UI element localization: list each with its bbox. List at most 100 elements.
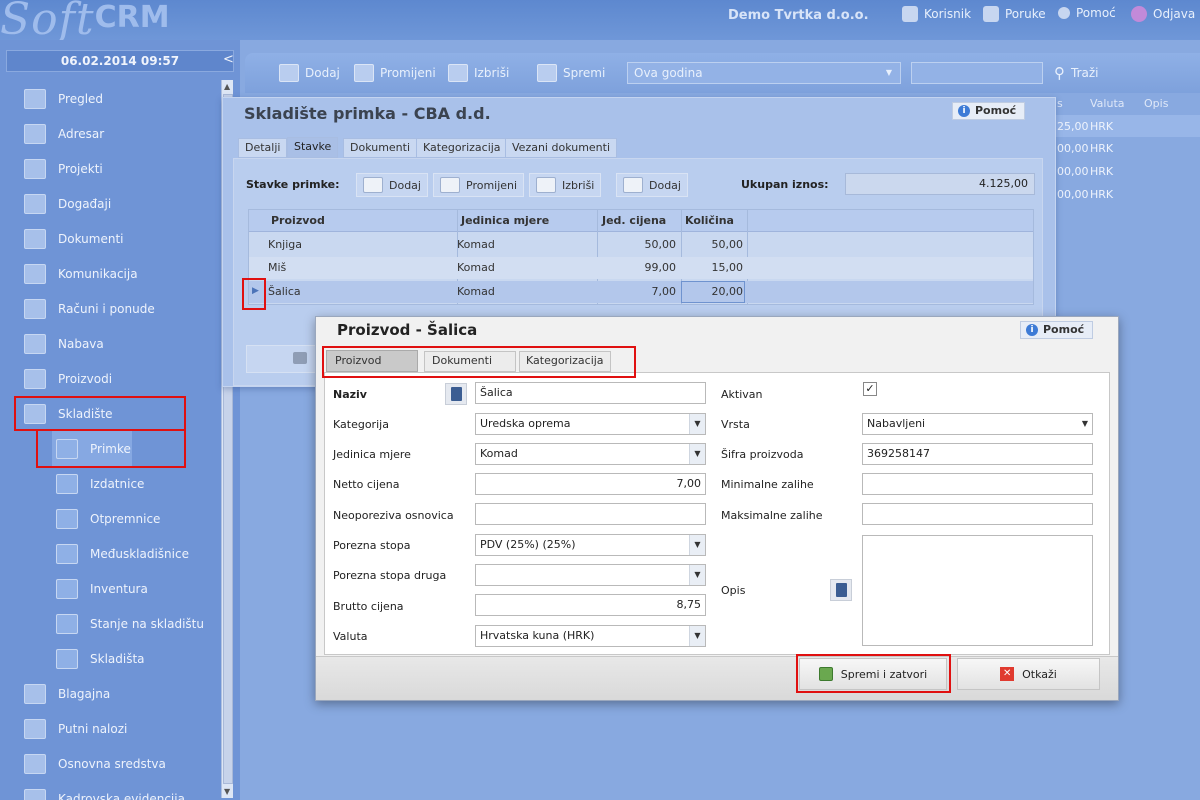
porezna-select[interactable]: PDV (25%) (25%) ▼ — [475, 534, 706, 556]
sidebar-item-komunikacija[interactable]: Komunikacija — [24, 256, 138, 291]
chevron-down-icon[interactable]: ▼ — [689, 414, 705, 434]
sidebar-item-adresar[interactable]: Adresar — [24, 116, 104, 151]
opis-textarea[interactable] — [862, 535, 1093, 646]
row-selector-icon: ▶ — [252, 286, 259, 296]
tab-stavke[interactable]: Stavke — [287, 137, 339, 158]
cell-jedinica: Komad — [457, 261, 495, 274]
stavke-edit-button[interactable]: Promijeni — [433, 173, 525, 197]
sidebar-subitem-stanje[interactable]: Stanje na skladištu — [56, 606, 204, 641]
sifra-field[interactable]: 369258147 — [862, 443, 1093, 465]
sidebar-item-blagajna[interactable]: Blagajna — [24, 676, 110, 711]
bg-column-header: Valuta — [1090, 97, 1125, 110]
valuta-select[interactable]: Hrvatska kuna (HRK) ▼ — [475, 625, 706, 647]
save-close-button[interactable]: Spremi i zatvori — [799, 658, 947, 690]
column-header-kolicina[interactable]: Količina — [685, 210, 734, 232]
chevron-down-icon[interactable]: ▼ — [1082, 414, 1088, 434]
tab-kategorizacija[interactable]: Kategorizacija — [416, 138, 508, 158]
column-header-cijena[interactable]: Jed. cijena — [602, 210, 666, 232]
procurement-icon — [24, 333, 46, 354]
porezna-label: Porezna stopa — [333, 539, 411, 552]
tab-kategorizacija[interactable]: Kategorizacija — [519, 351, 611, 372]
sidebar-item-osnovna-sredstva[interactable]: Osnovna sredstva — [24, 746, 166, 781]
main-save-button[interactable]: Spremi — [537, 64, 605, 82]
tab-dokumenti[interactable]: Dokumenti — [424, 351, 516, 372]
netto-field[interactable]: 7,00 — [475, 473, 706, 495]
sidebar-item-nabava[interactable]: Nabava — [24, 326, 104, 361]
column-header-jedinica[interactable]: Jedinica mjere — [461, 210, 549, 232]
main-delete-button[interactable]: Izbriši — [448, 64, 509, 82]
sidebar-subitem-primke[interactable]: Primke — [52, 431, 132, 466]
column-header-proizvod[interactable]: Proizvod — [271, 210, 325, 232]
scroll-down-icon[interactable]: ▼ — [224, 787, 230, 796]
sidebar-item-pregled[interactable]: Pregled — [24, 81, 103, 116]
sidebar-item-projekti[interactable]: Projekti — [24, 151, 103, 186]
topnav-messages[interactable]: Poruke — [983, 6, 1046, 22]
cancel-button[interactable]: ✕ Otkaži — [957, 658, 1100, 690]
aktivan-checkbox[interactable]: ✓ — [863, 382, 877, 396]
search-button[interactable]: ⚲ Traži — [1054, 64, 1099, 82]
help-button[interactable]: i Pomoć — [952, 102, 1026, 120]
sidebar-subitem-skladista[interactable]: Skladišta — [56, 641, 145, 676]
chevron-down-icon[interactable]: ▼ — [689, 626, 705, 646]
cell-kolicina[interactable]: 20,00 — [682, 281, 744, 303]
vrsta-select[interactable]: Nabavljeni ▼ — [862, 413, 1093, 435]
porezna2-label: Porezna stopa druga — [333, 569, 447, 582]
scroll-up-icon[interactable]: ▲ — [224, 82, 230, 91]
tab-dokumenti[interactable]: Dokumenti — [343, 138, 418, 158]
sidebar-item-dokumenti[interactable]: Dokumenti — [24, 221, 123, 256]
brutto-field[interactable]: 8,75 — [475, 594, 706, 616]
close-icon: ✕ — [1000, 667, 1015, 681]
window-title: Skladište primka - CBA d.d. — [244, 104, 491, 123]
sidebar-item-proizvodi[interactable]: Proizvodi — [24, 361, 112, 396]
porezna2-select[interactable]: ▼ — [475, 564, 706, 586]
maksimalne-zalihe-field[interactable] — [862, 503, 1093, 525]
chevron-down-icon[interactable]: ▼ — [689, 565, 705, 585]
minimalne-zalihe-field[interactable] — [862, 473, 1093, 495]
tab-proizvod[interactable]: Proizvod — [326, 350, 418, 372]
sidebar-subitem-izdatnice[interactable]: Izdatnice — [56, 466, 144, 501]
sidebar-subitem-meduskladisnice[interactable]: Međuskladišnice — [56, 536, 189, 571]
sidebar-collapse-button[interactable]: < — [223, 52, 234, 67]
translate-button[interactable] — [445, 383, 467, 405]
main-add-button[interactable]: Dodaj — [279, 64, 340, 82]
sidebar-item-putni-nalozi[interactable]: Putni nalozi — [24, 711, 127, 746]
main-edit-button[interactable]: Promijeni — [354, 64, 436, 82]
stavke-add-button[interactable]: Dodaj — [356, 173, 428, 197]
stavke-add-from-button[interactable]: Dodaj — [616, 173, 688, 197]
period-select[interactable]: Ova godina ▼ — [627, 62, 901, 84]
sidebar-item-racuni[interactable]: Računi i ponude — [24, 291, 155, 326]
topnav-logout[interactable]: Odjava — [1131, 6, 1195, 22]
stavke-delete-button[interactable]: Izbriši — [529, 173, 602, 197]
tab-vezani-dokumenti[interactable]: Vezani dokumenti — [505, 138, 618, 158]
topnav-help[interactable]: Pomoć — [1058, 6, 1116, 20]
info-icon: i — [1026, 324, 1038, 336]
translate-button[interactable] — [830, 579, 852, 601]
neoporeziva-field[interactable] — [475, 503, 706, 525]
help-button[interactable]: i Pomoć — [1020, 321, 1094, 339]
tab-detalji[interactable]: Detalji — [238, 138, 288, 158]
chevron-down-icon[interactable]: ▼ — [689, 535, 705, 555]
sidebar-item-dogadaji[interactable]: Događaji — [24, 186, 111, 221]
assets-icon — [24, 753, 46, 774]
jedinica-select[interactable]: Komad ▼ — [475, 443, 706, 465]
topnav-user[interactable]: Korisnik — [902, 6, 971, 22]
chevron-down-icon: ▼ — [885, 68, 892, 77]
kategorija-select[interactable]: Uredska oprema ▼ — [475, 413, 706, 435]
aktivan-label: Aktivan — [721, 388, 763, 401]
sidebar-item-kadrovska[interactable]: Kadrovska evidencija — [24, 781, 185, 800]
bg-cell: 00,00 — [1057, 142, 1089, 155]
print-button[interactable] — [246, 345, 316, 373]
sidebar-subitem-otpremnice[interactable]: Otpremnice — [56, 501, 160, 536]
search-input[interactable] — [911, 62, 1043, 84]
netto-label: Netto cijena — [333, 478, 400, 491]
sidebar-subitem-inventura[interactable]: Inventura — [56, 571, 148, 606]
maksimalne-zalihe-label: Maksimalne zalihe — [721, 509, 823, 522]
cell-kolicina: 15,00 — [711, 261, 744, 274]
receipt-icon — [56, 438, 78, 459]
sidebar-item-skladiste[interactable]: Skladište — [24, 396, 113, 431]
kategorija-label: Kategorija — [333, 418, 389, 431]
chevron-down-icon[interactable]: ▼ — [689, 444, 705, 464]
naziv-field[interactable]: Šalica — [475, 382, 706, 404]
search-icon: ⚲ — [1054, 64, 1065, 82]
logout-icon — [1131, 6, 1147, 22]
